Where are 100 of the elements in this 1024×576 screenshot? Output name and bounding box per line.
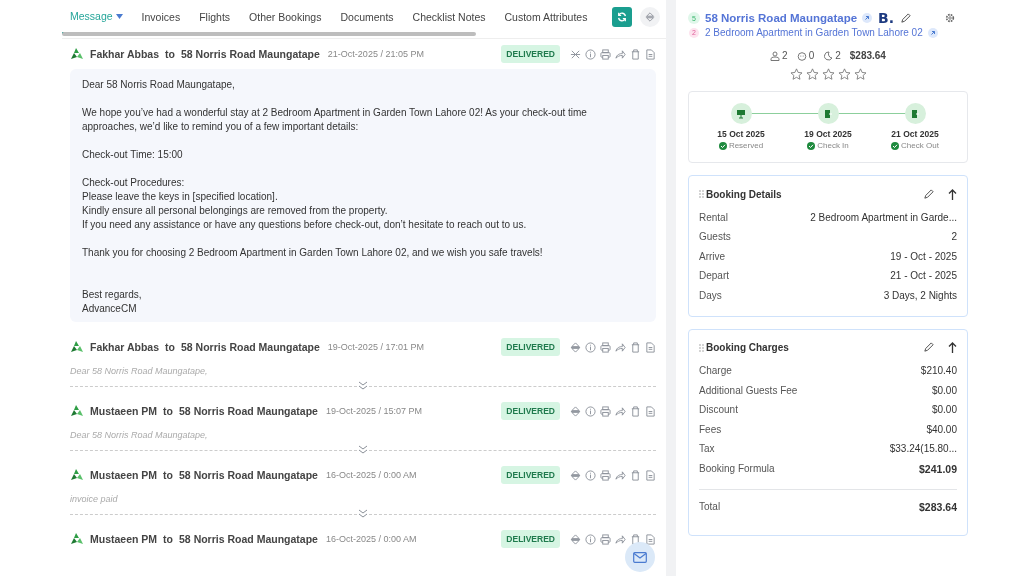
pencil-icon[interactable] bbox=[900, 12, 912, 24]
star-icon[interactable] bbox=[837, 68, 851, 81]
trash-icon[interactable] bbox=[630, 469, 641, 481]
row-value: 19 - Oct - 2025 bbox=[890, 249, 957, 264]
drag-handle-icon[interactable] bbox=[699, 343, 704, 352]
card-title: Booking Charges bbox=[706, 342, 789, 353]
collapse-icon[interactable] bbox=[570, 48, 581, 60]
pencil-icon[interactable] bbox=[923, 188, 934, 200]
message-timestamp: 19-Oct-2025 / 15:07 PM bbox=[325, 406, 422, 416]
star-icon[interactable] bbox=[789, 68, 803, 81]
message-recipient: 58 Norris Road Maungatape bbox=[181, 341, 320, 353]
message-connector: to bbox=[163, 469, 174, 481]
tab[interactable]: Other Bookings bbox=[239, 0, 331, 34]
printer-icon[interactable] bbox=[600, 48, 611, 60]
desk-icon bbox=[736, 108, 746, 119]
trash-icon[interactable] bbox=[630, 405, 641, 417]
document-icon[interactable] bbox=[645, 405, 656, 417]
trash-icon[interactable] bbox=[630, 533, 641, 545]
info-icon[interactable] bbox=[585, 48, 596, 60]
tab[interactable]: Checklist Notes bbox=[403, 0, 495, 34]
row-label: Fees bbox=[699, 422, 722, 437]
pencil-icon[interactable] bbox=[923, 342, 934, 353]
info-icon[interactable] bbox=[585, 405, 596, 417]
share-icon[interactable] bbox=[615, 533, 626, 545]
message-connector: to bbox=[165, 48, 175, 60]
share-icon[interactable] bbox=[615, 48, 626, 60]
status-badge: DELIVERED bbox=[501, 338, 560, 356]
double-chevron-icon[interactable] bbox=[357, 509, 369, 519]
step-date: 19 Oct 2025 bbox=[804, 129, 852, 139]
row-value: 2 Bedroom Apartment in Garde... bbox=[810, 210, 957, 225]
drag-handle-icon[interactable] bbox=[699, 190, 704, 198]
email-button[interactable] bbox=[625, 542, 655, 572]
tab[interactable]: Custom Attributes bbox=[495, 0, 597, 34]
row-label: Guests bbox=[699, 230, 731, 245]
settings-icon[interactable] bbox=[945, 13, 955, 23]
message-timestamp: 16-Oct-2025 / 0:00 AM bbox=[325, 534, 417, 544]
share-icon[interactable] bbox=[615, 405, 626, 417]
document-icon[interactable] bbox=[645, 469, 656, 481]
printer-icon[interactable] bbox=[600, 533, 611, 545]
info-icon[interactable] bbox=[585, 341, 596, 353]
envelope-icon bbox=[633, 551, 647, 563]
tab[interactable]: Invoices bbox=[132, 0, 190, 34]
trash-icon[interactable] bbox=[630, 341, 641, 353]
expand-icon[interactable] bbox=[570, 469, 581, 481]
external-link-icon[interactable] bbox=[927, 27, 938, 38]
expand-button[interactable] bbox=[640, 7, 660, 27]
guest-name-link[interactable]: 58 Norris Road Maungatape bbox=[705, 12, 858, 24]
info-icon[interactable] bbox=[585, 533, 596, 545]
external-link-icon[interactable] bbox=[862, 13, 873, 23]
star-icon[interactable] bbox=[853, 68, 867, 81]
printer-icon[interactable] bbox=[600, 469, 611, 481]
tab[interactable]: Documents bbox=[330, 0, 404, 34]
star-icon[interactable] bbox=[821, 68, 835, 81]
step-label: Reserved bbox=[728, 141, 764, 150]
row-label: Days bbox=[699, 288, 722, 303]
scrollbar[interactable] bbox=[62, 32, 476, 36]
door-icon bbox=[910, 108, 920, 119]
arrow-up-icon[interactable] bbox=[948, 188, 957, 200]
share-icon[interactable] bbox=[615, 341, 626, 353]
star-icon[interactable] bbox=[805, 68, 819, 81]
row-value: $40.00 bbox=[926, 422, 957, 437]
status-badge: DELIVERED bbox=[501, 402, 560, 420]
row-label: Arrive bbox=[699, 249, 726, 264]
night-count: 2 bbox=[835, 50, 841, 61]
message-sender: Fakhar Abbas bbox=[90, 48, 160, 60]
document-icon[interactable] bbox=[645, 48, 656, 60]
trash-icon[interactable] bbox=[630, 48, 641, 60]
total-amount: $283.64 bbox=[849, 50, 886, 61]
printer-icon[interactable] bbox=[600, 405, 611, 417]
message-body: Dear 58 Norris Road Maungatape, We hope you’ve had a wonderful stay at 2 Bedroom Apartment in Garden Town Lahore 02! As your check-out time approaches, we’d like to remind you of a few important details: Check-out Time: 15:00 Check-out Procedures: Please leave the keys in [specified location]. Kindly ensure all personal belongings are removed from the property. If you need any assistance or have any questions before check-out, don’t hesitate to reach out to us. Thank you for choosing 2 Bedroom Apartment in Garden Town Lahore 02, and we wish you safe travels! Best regards, AdvanceCM bbox=[70, 69, 656, 322]
double-chevron-icon[interactable] bbox=[357, 445, 369, 455]
refresh-button[interactable] bbox=[612, 7, 632, 27]
document-icon[interactable] bbox=[645, 533, 656, 545]
row-label: Total bbox=[699, 500, 721, 515]
message-connector: to bbox=[163, 533, 174, 545]
expand-icon[interactable] bbox=[570, 405, 581, 417]
message-recipient: 58 Norris Road Maungatape bbox=[179, 533, 318, 545]
row-value: $210.40 bbox=[920, 364, 957, 379]
share-icon[interactable] bbox=[615, 469, 626, 481]
arrow-up-icon[interactable] bbox=[948, 342, 957, 353]
row-value: 2 bbox=[951, 230, 957, 245]
rental-link[interactable]: 2 Bedroom Apartment in Garden Town Lahore 02 bbox=[705, 27, 923, 38]
tab[interactable]: Flights bbox=[189, 0, 240, 34]
status-badge: DELIVERED bbox=[501, 530, 560, 548]
message-preview: invoice paid bbox=[70, 493, 119, 506]
document-icon[interactable] bbox=[645, 341, 656, 353]
card-title: Booking Details bbox=[706, 188, 782, 200]
printer-icon[interactable] bbox=[600, 341, 611, 353]
double-chevron-icon[interactable] bbox=[357, 381, 369, 391]
message-timestamp: 16-Oct-2025 / 0:00 AM bbox=[325, 470, 417, 480]
info-icon[interactable] bbox=[585, 469, 596, 481]
row-label: Rental bbox=[699, 210, 728, 225]
message-sender: Mustaeen PM bbox=[90, 469, 158, 481]
message-sender: Mustaeen PM bbox=[90, 405, 158, 417]
row-label: Charge bbox=[699, 364, 732, 379]
expand-icon[interactable] bbox=[570, 533, 581, 545]
expand-icon[interactable] bbox=[570, 341, 581, 353]
leaf-logo-icon bbox=[70, 404, 84, 418]
door-icon bbox=[823, 108, 833, 119]
row-value: 21 - Oct - 2025 bbox=[890, 269, 957, 284]
